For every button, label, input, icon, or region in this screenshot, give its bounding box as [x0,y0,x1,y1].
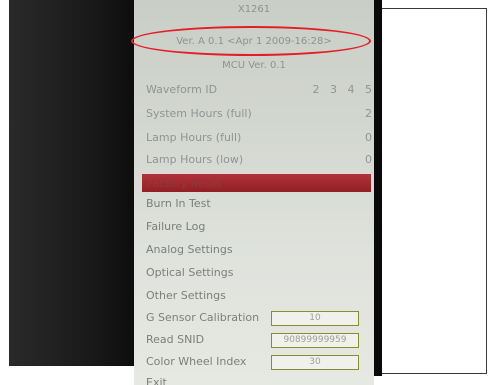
menu-item-exit[interactable]: Exit [146,376,167,385]
waveform-value: 2 3 4 5 [312,83,372,96]
menu-item-factory-reset[interactable]: Factory Reset [142,174,371,192]
mcu-version: MCU Ver. 0.1 [222,60,286,71]
menu-item-analog-settings[interactable]: Analog Settings [146,243,233,256]
lamp-hours-full-value: 0 [365,131,372,144]
lamp-hours-low-row: Lamp Hours (low) 0 [146,150,374,168]
lamp-hours-full-row: Lamp Hours (full) 0 [146,128,374,146]
lamp-hours-full-label: Lamp Hours (full) [146,131,242,144]
photo-dark-left [8,0,134,378]
menu-item-optical-settings[interactable]: Optical Settings [146,266,233,279]
color-wheel-value-field[interactable]: 30 [271,355,359,370]
photo-dark-right [374,0,382,376]
factory-reset-label: Factory Reset [147,177,222,190]
waveform-row: Waveform ID 2 3 4 5 [146,80,374,98]
menu-item-burn-in-test[interactable]: Burn In Test [146,197,211,210]
model-title: X1261 [237,4,271,15]
annotation-ellipse [131,26,371,56]
g-sensor-value-field[interactable]: 10 [271,311,359,326]
waveform-label: Waveform ID [146,83,218,96]
menu-item-read-snid[interactable]: Read SNID [146,333,204,346]
lamp-hours-low-value: 0 [365,153,372,166]
system-hours-value: 2 [365,107,372,120]
osd-screen: X1261 Ver. A 0.1 <Apr 1 2009-16:28> MCU … [134,0,374,385]
menu-item-color-wheel-index[interactable]: Color Wheel Index [146,355,246,368]
read-snid-value-field[interactable]: 90899999959 [271,333,359,348]
menu-item-failure-log[interactable]: Failure Log [146,220,205,233]
system-hours-row: System Hours (full) 2 [146,104,374,122]
menu-item-g-sensor-calibration[interactable]: G Sensor Calibration [146,311,259,324]
system-hours-label: System Hours (full) [146,107,252,120]
menu-item-other-settings[interactable]: Other Settings [146,289,226,302]
lamp-hours-low-label: Lamp Hours (low) [146,153,244,166]
